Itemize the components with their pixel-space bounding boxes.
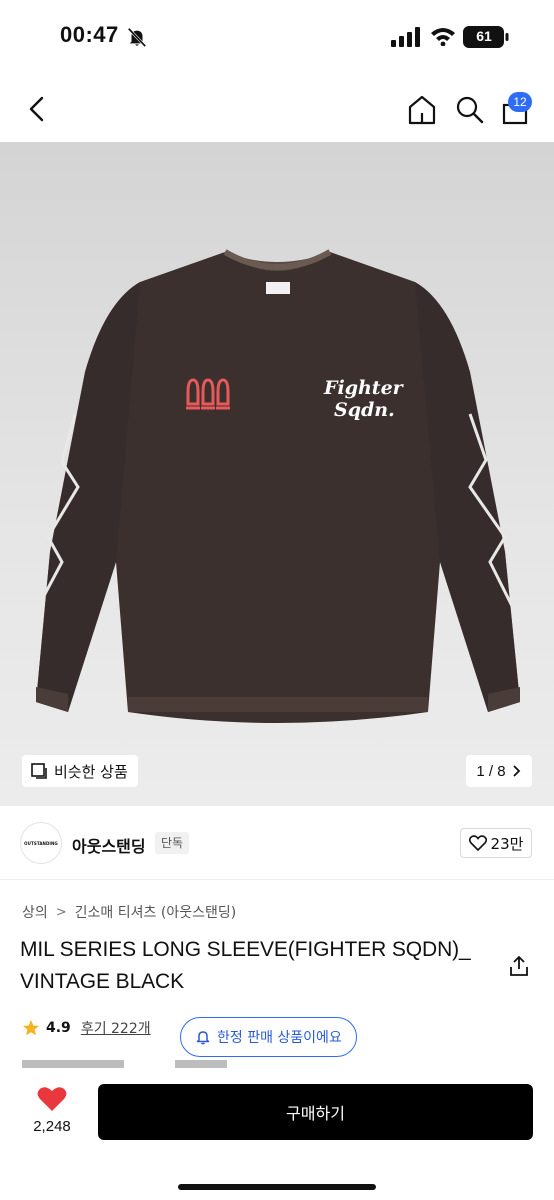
- similar-products-label: 비슷한 상품: [54, 762, 128, 781]
- bell-slash-icon: [127, 27, 147, 48]
- rating-value: 4.9: [46, 1020, 71, 1036]
- heart-outline-icon: [468, 835, 487, 851]
- brand-like-button[interactable]: 23만: [460, 828, 532, 858]
- limited-sale-pill[interactable]: 한정 판매 상품이에요: [180, 1017, 357, 1057]
- brand-logo[interactable]: OUTSTANDING: [20, 822, 62, 864]
- gallery-pager[interactable]: 1 / 8: [466, 755, 532, 787]
- back-icon[interactable]: [22, 92, 52, 126]
- heart-filled-icon[interactable]: [37, 1086, 67, 1112]
- product-title: MIL SERIES LONG SLEEVE(FIGHTER SQDN)_ VI…: [20, 938, 471, 993]
- search-icon[interactable]: [452, 92, 488, 128]
- section-tab-bar: [22, 1060, 124, 1068]
- wish-count: 2,248: [33, 1118, 71, 1135]
- star-icon: [23, 1020, 39, 1036]
- similar-icon: [31, 763, 47, 779]
- review-link[interactable]: 후기 222개: [81, 1018, 151, 1038]
- bottom-action-bar: 2,248 구매하기: [0, 1068, 554, 1200]
- brand-row: OUTSTANDING 아웃스탠딩 단독 23만: [0, 806, 554, 880]
- section-tab-bar: [175, 1060, 227, 1068]
- home-icon[interactable]: [404, 92, 440, 128]
- similar-products-button[interactable]: 비슷한 상품: [22, 755, 138, 787]
- brand-name[interactable]: 아웃스탠딩: [72, 833, 146, 857]
- brand-tag: 단독: [155, 832, 190, 854]
- chevron-right-icon: >: [55, 904, 67, 920]
- product-photo: Fighter Sqdn.: [28, 249, 522, 723]
- home-indicator: [178, 1184, 376, 1190]
- status-time: 00:47: [60, 22, 119, 47]
- breadcrumb: 상의 > 긴소매 티셔츠 (아웃스탠딩): [22, 902, 236, 922]
- wifi-icon: [431, 28, 455, 46]
- breadcrumb-item[interactable]: 상의: [22, 902, 48, 922]
- signal-icon: [391, 27, 420, 47]
- share-icon[interactable]: [508, 954, 530, 978]
- pager-text: 1 / 8: [476, 762, 506, 780]
- brand-logo-text: OUTSTANDING: [24, 840, 58, 846]
- rating-row: 4.9 후기 222개: [22, 1016, 151, 1040]
- print-text-line1: Fighter: [323, 377, 405, 399]
- breadcrumb-item[interactable]: 긴소매 티셔츠 (아웃스탠딩): [75, 902, 237, 922]
- product-image-gallery[interactable]: Fighter Sqdn.: [0, 142, 554, 806]
- brand-like-count: 23만: [490, 834, 524, 853]
- print-text-line2: Sqdn.: [334, 399, 395, 421]
- bell-icon: [196, 1031, 210, 1045]
- battery-level: 61: [476, 28, 492, 44]
- status-bar: 00:47 61: [0, 0, 554, 78]
- limited-sale-label: 한정 판매 상품이에요: [217, 1030, 342, 1046]
- buy-button[interactable]: 구매하기: [98, 1084, 533, 1140]
- cart-badge: 12: [508, 92, 532, 112]
- buy-button-label: 구매하기: [286, 1104, 345, 1123]
- nav-bar: [0, 78, 554, 142]
- chevron-right-icon: [512, 765, 520, 777]
